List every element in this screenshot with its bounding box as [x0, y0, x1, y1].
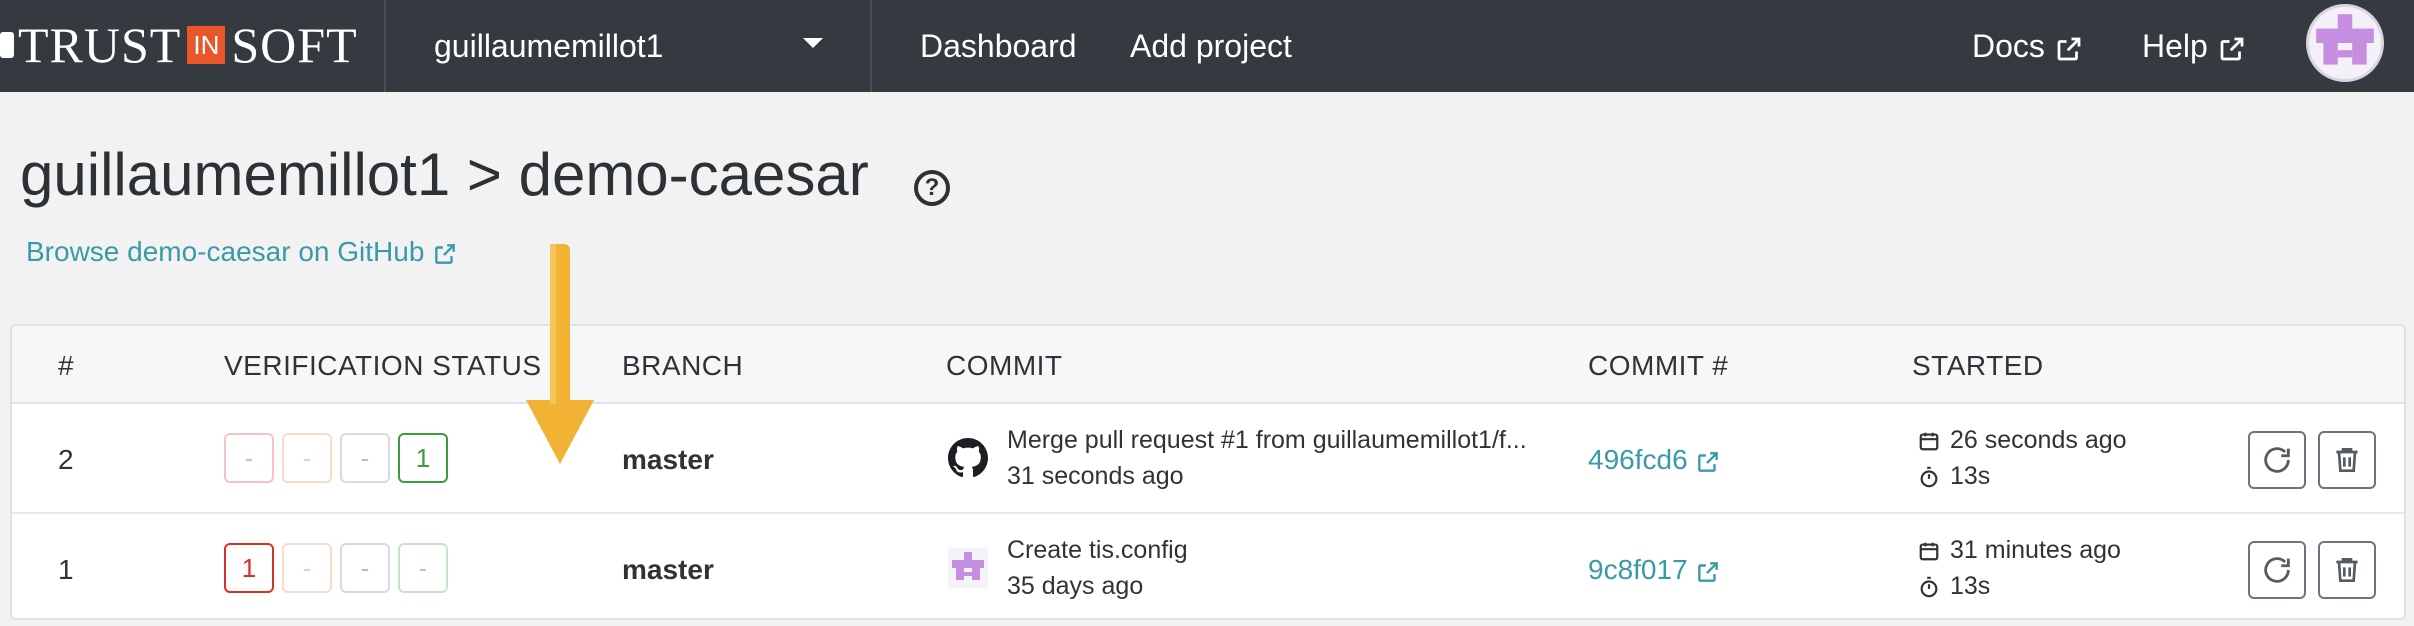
- commit-hash-label: 9c8f017: [1588, 554, 1688, 585]
- refresh-icon: [2264, 557, 2290, 583]
- duration-label: 13s: [1950, 462, 1991, 490]
- docs-label: Docs: [1972, 28, 2045, 64]
- help-label: Help: [2142, 28, 2208, 64]
- external-link-icon: [1698, 451, 1719, 472]
- external-link-icon: [1698, 561, 1719, 582]
- github-icon: [948, 438, 988, 478]
- commit-time: 35 days ago: [1007, 572, 1144, 600]
- branch-name: master: [622, 444, 714, 475]
- trash-icon: [2336, 448, 2358, 472]
- question-circle-icon[interactable]: ?: [914, 170, 950, 206]
- started-label: 31 minutes ago: [1950, 536, 2121, 564]
- header-commit-hash: COMMIT #: [1588, 350, 1729, 381]
- analyses-table: # VERIFICATION STATUS BRANCH COMMIT COMM…: [10, 324, 2406, 620]
- header-verification-status: VERIFICATION STATUS: [224, 350, 542, 381]
- nav-add-project-link[interactable]: Add project: [1130, 22, 1292, 70]
- commit-message[interactable]: Create tis.config: [1007, 536, 1188, 565]
- verification-status-badges: 1 - - -: [224, 543, 448, 593]
- analysis-number: 2: [58, 444, 74, 475]
- logo-mark-icon: [0, 32, 14, 58]
- external-link-icon: [2220, 37, 2244, 60]
- trustinsoft-logo[interactable]: TRUST IN SOFT: [0, 14, 358, 76]
- verification-status-badges: - - - 1: [224, 433, 448, 483]
- commit-hash-link[interactable]: 9c8f017: [1588, 554, 1721, 586]
- header-commit: COMMIT: [946, 350, 1063, 381]
- table-row[interactable]: 1 1 - - - master Create tis.config 35 da…: [12, 516, 2404, 624]
- delete-button[interactable]: [2318, 541, 2376, 599]
- stopwatch-icon: [1920, 466, 1938, 487]
- identicon-icon: [2316, 14, 2374, 65]
- commit-hash-link[interactable]: 496fcd6: [1588, 444, 1721, 476]
- external-link-icon: [2057, 37, 2081, 60]
- commit-hash-label: 496fcd6: [1588, 444, 1688, 475]
- refresh-icon: [2264, 447, 2290, 473]
- status-badge-error[interactable]: 1: [224, 543, 274, 593]
- nav-docs-link[interactable]: Docs: [1972, 22, 2084, 70]
- header-branch: BRANCH: [622, 350, 744, 381]
- analysis-duration: 13s: [1918, 462, 1990, 491]
- status-badge-warning[interactable]: -: [282, 433, 332, 483]
- stopwatch-icon: [1920, 576, 1938, 597]
- calendar-icon: [1919, 432, 1939, 450]
- chevron-down-icon[interactable]: [803, 38, 823, 48]
- started-time: 31 minutes ago: [1918, 536, 2121, 565]
- delete-button[interactable]: [2318, 431, 2376, 489]
- navbar-divider: [384, 0, 386, 92]
- calendar-icon: [1919, 542, 1939, 560]
- top-navbar: TRUST IN SOFT guillaumemillot1 Dashboard…: [0, 0, 2414, 92]
- github-link-label: Browse demo-caesar on GitHub: [26, 236, 425, 267]
- started-time: 26 seconds ago: [1918, 426, 2127, 455]
- commit-time: 31 seconds ago: [1007, 462, 1184, 490]
- logo-text-left: TRUST: [18, 17, 182, 73]
- logo-text-right: SOFT: [231, 17, 358, 73]
- annotation-arrow-icon: [526, 244, 594, 464]
- header-num: #: [58, 350, 75, 381]
- table-header: # VERIFICATION STATUS BRANCH COMMIT COMM…: [12, 326, 2404, 404]
- nav-dashboard-link[interactable]: Dashboard: [920, 22, 1077, 70]
- commit-message[interactable]: Merge pull request #1 from guillaumemill…: [1007, 426, 1527, 455]
- header-started: STARTED: [1912, 350, 2044, 381]
- user-avatar[interactable]: [2306, 4, 2384, 82]
- analysis-number: 1: [58, 554, 74, 585]
- table-row[interactable]: 2 - - - 1 master Merge pull request #1 f…: [12, 406, 2404, 514]
- status-badge-neutral[interactable]: -: [340, 433, 390, 483]
- status-badge-ok[interactable]: -: [398, 543, 448, 593]
- navbar-divider: [870, 0, 872, 92]
- rerun-button[interactable]: [2248, 541, 2306, 599]
- nav-help-link[interactable]: Help: [2142, 22, 2247, 70]
- branch-name: master: [622, 554, 714, 585]
- started-label: 26 seconds ago: [1950, 426, 2127, 454]
- analysis-duration: 13s: [1918, 572, 1990, 601]
- external-link-icon: [435, 243, 456, 264]
- page-title: guillaumemillot1 > demo-caesar: [20, 141, 869, 208]
- trash-icon: [2336, 558, 2358, 582]
- duration-label: 13s: [1950, 572, 1991, 600]
- status-badge-neutral[interactable]: -: [340, 543, 390, 593]
- status-badge-error[interactable]: -: [224, 433, 274, 483]
- status-badge-warning[interactable]: -: [282, 543, 332, 593]
- user-avatar-icon: [948, 548, 988, 588]
- browse-github-link[interactable]: Browse demo-caesar on GitHub: [26, 236, 458, 268]
- rerun-button[interactable]: [2248, 431, 2306, 489]
- organization-selector[interactable]: guillaumemillot1: [434, 22, 663, 70]
- status-badge-ok[interactable]: 1: [398, 433, 448, 483]
- logo-text-in: IN: [187, 26, 226, 64]
